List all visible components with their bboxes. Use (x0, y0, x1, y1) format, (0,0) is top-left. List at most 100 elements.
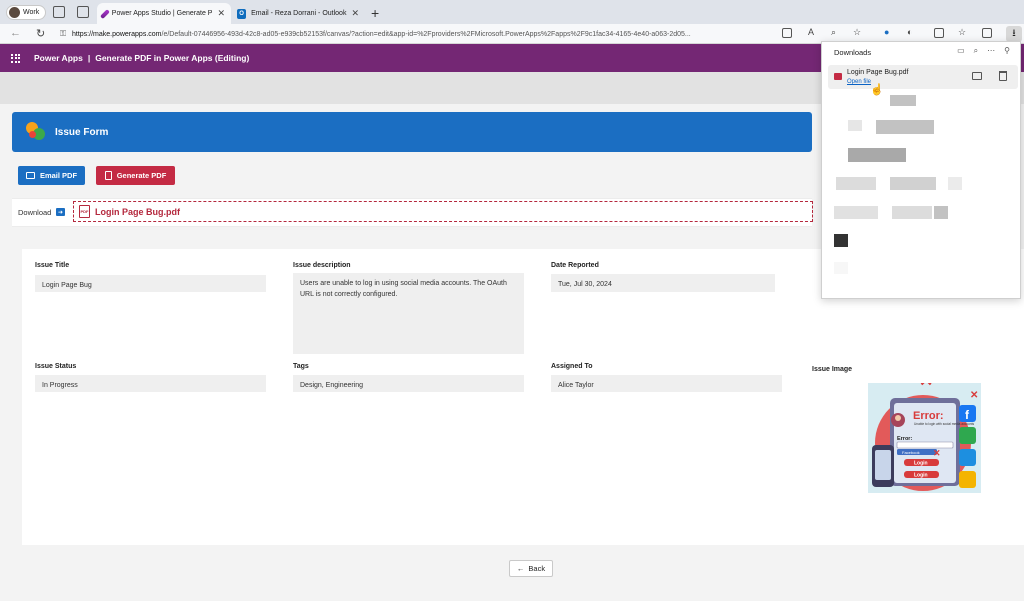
issue-description-label: Issue description (293, 262, 351, 269)
collections-icon[interactable] (982, 28, 992, 38)
svg-text:✕: ✕ (933, 448, 941, 458)
extension-icon[interactable]: ● (884, 27, 889, 37)
arrow-right-icon: ➜ (56, 208, 65, 216)
download-item[interactable]: Login Page Bug.pdf Open file (828, 65, 1018, 89)
blurred-content (890, 177, 936, 190)
blurred-content (948, 177, 962, 190)
close-tab-icon[interactable]: ✕ (217, 8, 225, 19)
new-tab-icon[interactable]: + (371, 5, 379, 21)
tags-label: Tags (293, 363, 309, 370)
split-screen-icon[interactable] (934, 28, 944, 38)
issue-title-label: Issue Title (35, 262, 70, 269)
browser-tab-bar: Work Power Apps Studio | Generate P ✕ O … (0, 0, 1024, 24)
arrow-left-icon: ← (516, 564, 525, 573)
open-folder-icon[interactable]: ▭ (957, 46, 965, 56)
download-label: Download (18, 208, 52, 217)
issue-description-field[interactable]: Users are unable to log in using social … (293, 273, 524, 354)
pdf-file-icon (834, 73, 842, 80)
app-name: Generate PDF in Power Apps (Editing) (95, 53, 250, 63)
blurred-content (848, 120, 862, 131)
app-launcher-icon[interactable] (11, 53, 20, 63)
favorites-icon[interactable]: ☆ (958, 27, 966, 38)
app-available-icon[interactable] (782, 28, 792, 38)
error-illustration: ✕ ✕ ✕ Error: Unable to login with social… (872, 383, 978, 491)
generate-pdf-label: Generate PDF (116, 171, 167, 180)
tab-power-apps[interactable]: Power Apps Studio | Generate P ✕ (97, 3, 231, 24)
back-button[interactable]: ← Back (509, 560, 553, 577)
delete-icon[interactable] (999, 71, 1007, 81)
assigned-to-field[interactable]: Alice Taylor (551, 375, 782, 392)
blurred-content (934, 206, 948, 219)
error-heading: Error: (913, 410, 944, 422)
assigned-to-label: Assigned To (551, 363, 593, 370)
blurred-content (876, 120, 934, 134)
tab-title: Power Apps Studio | Generate P (111, 10, 213, 17)
envelope-icon (25, 172, 35, 179)
profile-label: Work (23, 9, 40, 16)
download-file-name: Login Page Bug.pdf (847, 69, 909, 76)
issue-status-label: Issue Status (35, 363, 77, 370)
refresh-icon[interactable]: ↻ (36, 27, 45, 40)
search-icon[interactable]: ⌕ (974, 46, 978, 56)
tab-outlook[interactable]: O Email - Reza Dorrani - Outlook ✕ (231, 3, 365, 24)
copilot-icon[interactable]: ◐ (907, 27, 912, 37)
lock-icon[interactable]: ⚿ (60, 29, 66, 39)
url-path: /e/Default-07446956-493d-42c8-ad05-e939c… (161, 30, 691, 38)
svg-text:✕: ✕ (919, 383, 933, 390)
back-label: Back (528, 564, 546, 573)
pdf-file-icon: PDF (79, 205, 90, 218)
tab-actions-icon[interactable] (77, 6, 89, 18)
issue-status-field[interactable]: In Progress (35, 375, 266, 392)
show-in-folder-icon[interactable] (972, 72, 982, 80)
blurred-content (892, 206, 932, 219)
favorite-star-icon[interactable]: ☆ (853, 27, 861, 38)
login-label-2: Login (914, 473, 928, 479)
blurred-content (834, 206, 878, 219)
outlook-icon: O (237, 8, 247, 19)
generate-pdf-button[interactable]: Generate PDF (96, 166, 175, 185)
read-aloud-icon[interactable]: A (808, 27, 814, 37)
downloads-toolbar: ▭ ⌕ ⋯ ⚲ (957, 46, 1010, 56)
tab-title: Email - Reza Dorrani - Outlook (251, 10, 347, 17)
date-reported-field[interactable]: Tue, Jul 30, 2024 (551, 274, 775, 292)
pin-icon[interactable]: ⚲ (1004, 46, 1010, 56)
document-icon (104, 171, 112, 180)
blurred-content (836, 177, 876, 190)
blurred-content (834, 262, 848, 274)
downloads-panel: Downloads ▭ ⌕ ⋯ ⚲ Login Page Bug.pdf Ope… (821, 41, 1021, 299)
form-header: Issue Form (12, 112, 812, 152)
back-arrow-icon[interactable]: ← (10, 27, 21, 39)
pdf-file-name: Login Page Bug.pdf (95, 206, 180, 217)
form-title: Issue Form (55, 126, 109, 138)
open-file-link[interactable]: Open file (847, 79, 871, 85)
zoom-icon[interactable]: ⌕ (831, 27, 836, 38)
issue-logo-icon (26, 122, 46, 142)
facebook-login-label: Facebook (902, 450, 920, 455)
download-row: Download ➜ PDF Login Page Bug.pdf (12, 198, 813, 227)
power-apps-icon (100, 8, 110, 19)
close-tab-icon[interactable]: ✕ (351, 8, 359, 19)
profile-button[interactable]: Work (6, 5, 47, 20)
date-reported-label: Date Reported (551, 262, 599, 269)
downloads-title: Downloads (834, 48, 872, 57)
url-host: https://make.powerapps.com (72, 30, 162, 38)
download-icon: ⭳ (1012, 27, 1016, 39)
mouse-cursor-icon: ☝ (870, 84, 884, 96)
svg-text:✕: ✕ (970, 390, 978, 401)
header-separator: | (87, 53, 91, 63)
blurred-content (834, 234, 848, 247)
url-field[interactable]: https://make.powerapps.com/e/Default-074… (72, 27, 772, 41)
pdf-download-link[interactable]: PDF Login Page Bug.pdf (73, 201, 813, 222)
avatar (9, 7, 20, 18)
tags-field[interactable]: Design, Engineering (293, 375, 524, 392)
product-name: Power Apps (34, 53, 83, 63)
login-label-1: Login (914, 461, 928, 467)
blurred-content (848, 148, 906, 162)
downloads-button[interactable]: ⭳ (1006, 26, 1022, 42)
email-pdf-button[interactable]: Email PDF (18, 166, 85, 185)
more-options-icon[interactable]: ⋯ (987, 46, 995, 56)
issue-image-label: Issue Image (812, 366, 853, 373)
issue-title-field[interactable]: Login Page Bug (35, 275, 266, 292)
email-pdf-label: Email PDF (39, 171, 78, 180)
workspaces-icon[interactable] (53, 6, 65, 18)
